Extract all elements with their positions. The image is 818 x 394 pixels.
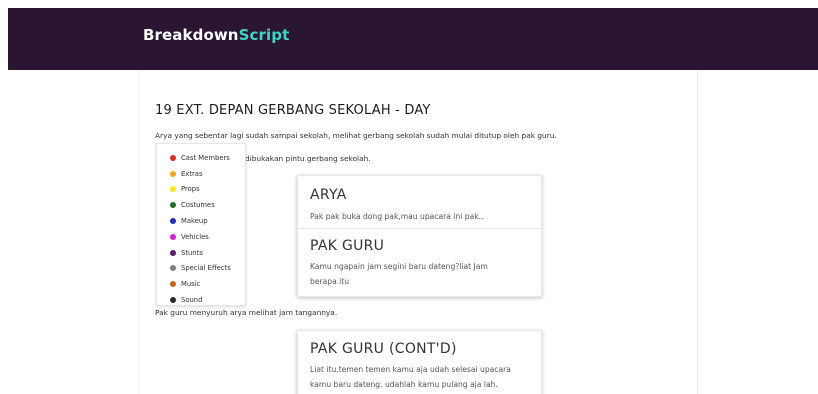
dialogue-line-part: kamu baru dateng. udahlah kamu pulang aj… (310, 380, 498, 389)
brand-name-part2: Script (238, 26, 290, 44)
dialogue-line-part: Liat itu,temen temen kamu aja udah seles… (310, 365, 511, 374)
top-band (0, 0, 818, 8)
legend-item-vehicles[interactable]: Vehicles (170, 229, 245, 245)
character-name: PAK GURU (310, 238, 385, 254)
magenta-dot-icon (170, 233, 176, 240)
category-legend: Cast Members Extras Props Costumes Makeu… (156, 143, 246, 306)
character-name: ARYA (310, 187, 347, 203)
dialogue-line: Liat itu,temen temen kamu aja udah seles… (310, 362, 529, 392)
dialogue-block[interactable]: ARYA Pak pak buka dong pak,mau upacara i… (298, 176, 541, 228)
legend-label: Stunts (181, 248, 203, 257)
dialogue-block[interactable]: PAK GURU (CONT'D) Liat itu,temen temen k… (298, 331, 541, 392)
legend-label: Makeup (181, 217, 208, 226)
action-line: Pak guru menyuruh arya melihat jam tanga… (155, 308, 338, 317)
legend-label: Sound (181, 296, 203, 305)
dialogue-line-part: Kamu ngapain jam segini baru dateng?liat… (310, 262, 488, 271)
orange-dot-icon (170, 170, 176, 177)
action-line: Arya yang sebentar lagi sudah sampai sek… (155, 131, 557, 140)
gray-dot-icon (170, 265, 176, 272)
character-name: PAK GURU (CONT'D) (310, 341, 457, 357)
legend-label: Extras (181, 169, 203, 178)
legend-item-sound[interactable]: Sound (170, 292, 245, 308)
legend-item-stunts[interactable]: Stunts (170, 245, 245, 261)
app-header: BreakdownScript (8, 8, 818, 70)
scene-heading: 19 EXT. DEPAN GERBANG SEKOLAH - DAY (155, 103, 431, 118)
green-dot-icon (170, 202, 176, 209)
dialogue-card: ARYA Pak pak buka dong pak,mau upacara i… (297, 175, 542, 297)
legend-label: Vehicles (181, 232, 209, 241)
brand-name-part1: Breakdown (143, 26, 239, 44)
brown-dot-icon (170, 281, 176, 288)
black-dot-icon (170, 297, 176, 304)
legend-item-props[interactable]: Props (170, 182, 245, 198)
legend-label: Props (181, 185, 200, 194)
legend-item-makeup[interactable]: Makeup (170, 213, 245, 229)
legend-item-extras[interactable]: Extras (170, 166, 245, 182)
legend-label: Music (181, 280, 201, 289)
dialogue-line: Kamu ngapain jam segini baru dateng?liat… (310, 259, 529, 289)
legend-label: Cast Members (181, 153, 230, 162)
red-dot-icon (170, 154, 176, 161)
purple-dot-icon (170, 249, 176, 256)
legend-item-music[interactable]: Music (170, 276, 245, 292)
legend-item-costumes[interactable]: Costumes (170, 197, 245, 213)
brand-logo[interactable]: BreakdownScript (143, 26, 289, 44)
dialogue-block[interactable]: PAK GURU Kamu ngapain jam segini baru da… (298, 228, 541, 289)
dialogue-card: PAK GURU (CONT'D) Liat itu,temen temen k… (297, 330, 542, 394)
legend-label: Costumes (181, 201, 215, 210)
legend-item-cast-members[interactable]: Cast Members (170, 150, 245, 166)
action-line: dibukakan pintu gerbang sekolah. (245, 154, 371, 163)
dialogue-line: Pak pak buka dong pak,mau upacara ini pa… (310, 212, 484, 221)
blue-dot-icon (170, 218, 176, 225)
dialogue-line-part: berapa itu (310, 277, 350, 286)
legend-label: Special Effects (181, 264, 231, 273)
legend-item-special-effects[interactable]: Special Effects (170, 261, 245, 277)
yellow-dot-icon (170, 186, 176, 193)
